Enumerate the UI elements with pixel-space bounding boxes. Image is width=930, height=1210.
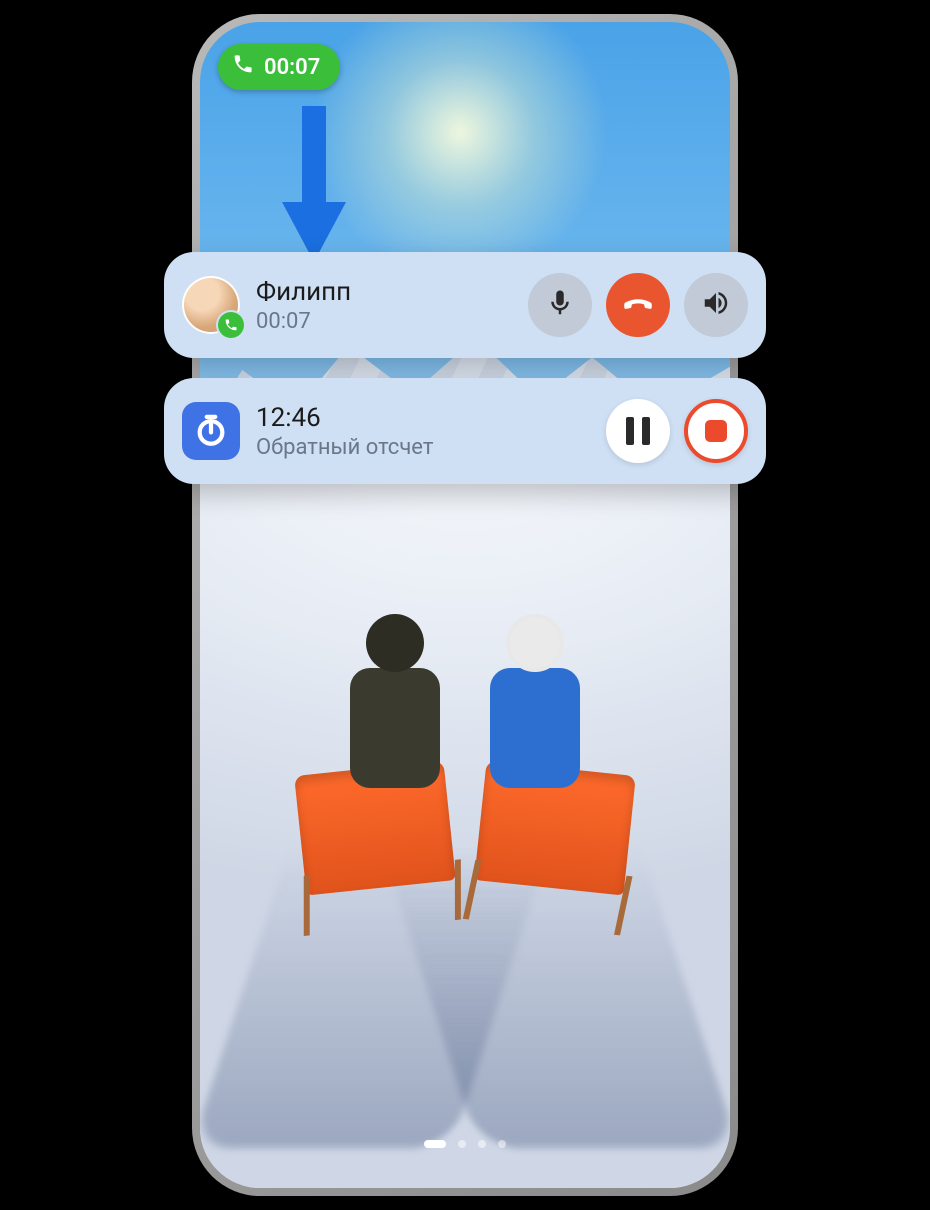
stop-button[interactable] <box>684 399 748 463</box>
active-call-pill[interactable]: 00:07 <box>218 44 340 90</box>
phone-icon <box>232 53 254 81</box>
timer-time: 12:46 <box>256 403 606 433</box>
call-controls <box>528 273 748 337</box>
stop-icon <box>705 420 727 442</box>
speaker-icon <box>701 288 731 322</box>
wallpaper-person <box>490 668 580 788</box>
call-notification-card[interactable]: Филипп 00:07 <box>164 252 766 358</box>
phone-frame: 00:07 <box>192 14 738 1196</box>
phone-screen: 00:07 <box>200 22 730 1188</box>
page-dot <box>478 1140 486 1148</box>
page-dot <box>498 1140 506 1148</box>
microphone-icon <box>545 288 575 322</box>
pause-icon <box>626 417 650 445</box>
timer-notification-card[interactable]: 12:46 Обратный отсчет <box>164 378 766 484</box>
caller-name: Филипп <box>256 277 528 307</box>
pause-button[interactable] <box>606 399 670 463</box>
hangup-button[interactable] <box>606 273 670 337</box>
timer-label: Обратный отсчет <box>256 435 606 460</box>
wallpaper-person <box>350 668 440 788</box>
call-card-text: Филипп 00:07 <box>256 277 528 334</box>
caller-avatar <box>182 276 240 334</box>
page-indicator <box>200 1140 730 1148</box>
page-dot-active <box>424 1140 446 1148</box>
call-badge-icon <box>218 312 244 338</box>
stage: 00:07 Фил <box>0 0 930 1210</box>
hangup-icon <box>623 288 653 322</box>
timer-app-icon <box>182 402 240 460</box>
timer-card-text: 12:46 Обратный отсчет <box>256 403 606 460</box>
timer-controls <box>606 399 748 463</box>
mute-button[interactable] <box>528 273 592 337</box>
active-call-duration: 00:07 <box>264 55 320 80</box>
speaker-button[interactable] <box>684 273 748 337</box>
page-dot <box>458 1140 466 1148</box>
call-duration: 00:07 <box>256 309 528 334</box>
wallpaper-sun-flare <box>310 22 610 282</box>
